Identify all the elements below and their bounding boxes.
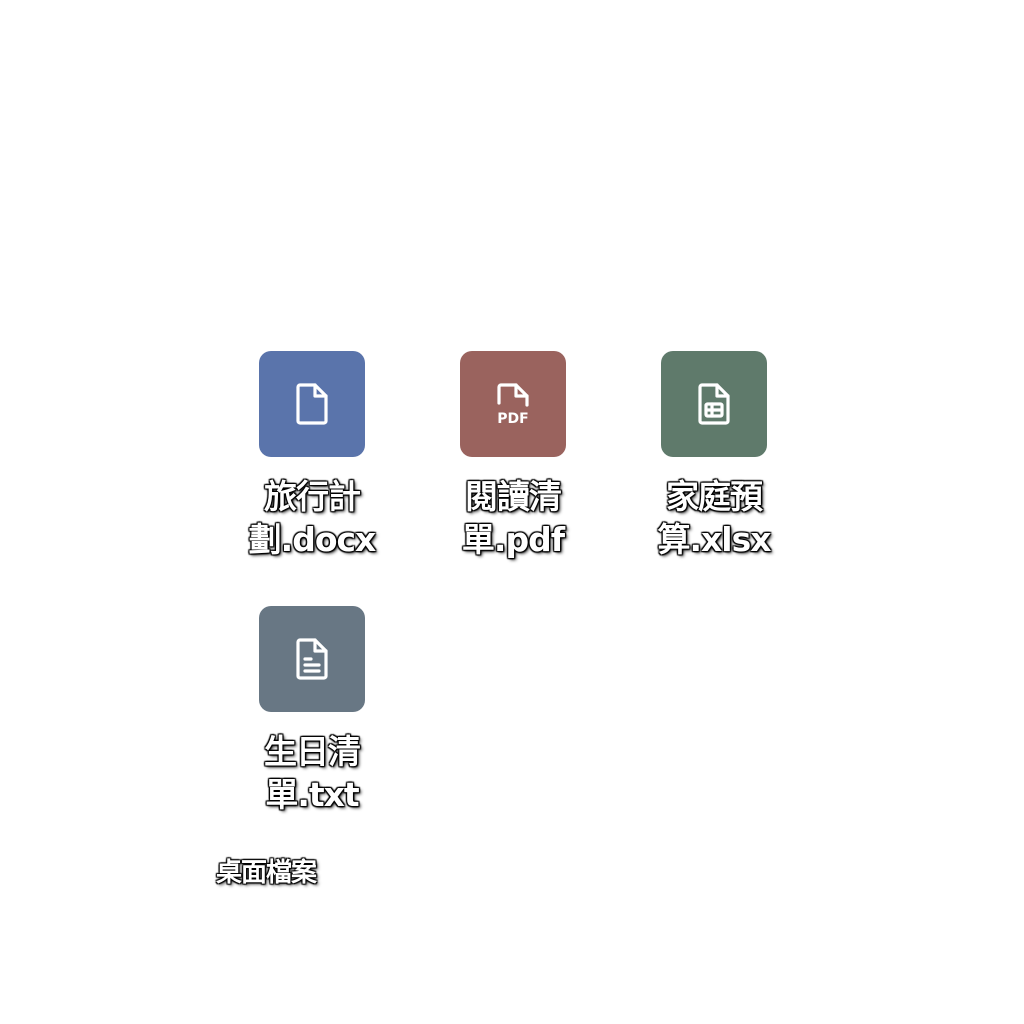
file-label-line2: 單.txt	[265, 775, 359, 814]
desktop-file-xlsx[interactable]: 家庭預 算.xlsx	[644, 351, 784, 561]
file-label-line1: 生日清	[264, 732, 361, 771]
file-label-line1: 閱讀清	[465, 477, 562, 516]
file-label-line2: 單.pdf	[461, 520, 565, 559]
file-label: 家庭預 算.xlsx	[644, 475, 784, 561]
text-file-icon	[259, 606, 365, 712]
pdf-icon: PDF	[460, 351, 566, 457]
spreadsheet-icon	[661, 351, 767, 457]
desktop-files-caption: 桌面檔案	[216, 858, 317, 888]
file-label-line2: 劃.docx	[248, 520, 377, 559]
file-label: 閱讀清 單.pdf	[443, 475, 583, 561]
document-icon	[259, 351, 365, 457]
desktop-file-pdf[interactable]: PDF 閱讀清 單.pdf	[443, 351, 583, 561]
pdf-badge-text: PDF	[497, 411, 528, 427]
desktop-file-txt[interactable]: 生日清 單.txt	[242, 606, 382, 816]
file-label-line1: 旅行計	[264, 477, 361, 516]
desktop: 旅行計 劃.docx PDF 閱讀清 單.pdf 家庭預 算.xlsx 生日清 …	[0, 0, 1024, 1024]
file-label-line2: 算.xlsx	[657, 520, 771, 559]
desktop-file-docx[interactable]: 旅行計 劃.docx	[242, 351, 382, 561]
file-label: 生日清 單.txt	[242, 730, 382, 816]
file-label-line1: 家庭預	[666, 477, 763, 516]
file-label: 旅行計 劃.docx	[242, 475, 382, 561]
